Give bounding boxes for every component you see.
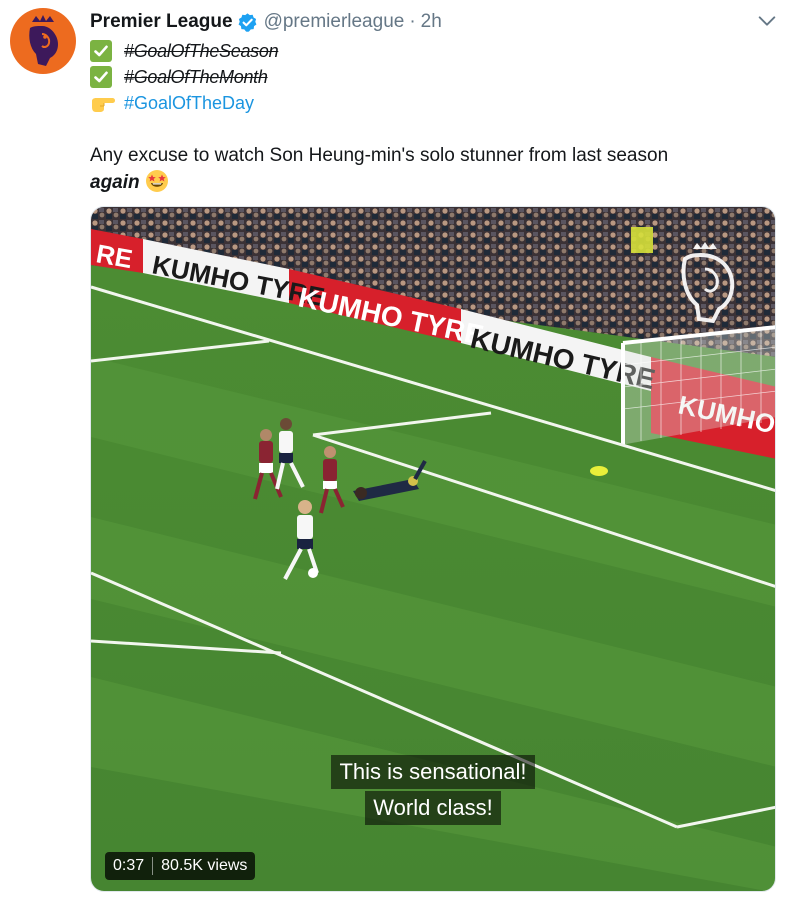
pointing-hand-icon: [90, 92, 116, 114]
hashtag-line-1: #GoalOfTheSeason: [90, 38, 279, 64]
header-separator: ·: [409, 11, 416, 32]
subtitle-line-2: World class!: [365, 791, 501, 825]
ad-board-text: RE: [94, 238, 135, 274]
hashtag-goal-of-the-month[interactable]: #GoalOfTheMonth: [124, 67, 268, 88]
check-box-icon: [90, 40, 112, 62]
tweet-body-emphasis: again: [90, 172, 140, 193]
tweet-body-line-1: Any excuse to watch Son Heung-min's solo…: [90, 145, 669, 166]
author-handle[interactable]: @premierleague: [264, 11, 405, 33]
subtitle-line-1: This is sensational!: [331, 755, 535, 789]
hashtag-goal-of-the-day[interactable]: #GoalOfTheDay: [124, 93, 254, 114]
hashtag-line-3: #GoalOfTheDay: [90, 90, 278, 116]
avatar[interactable]: [10, 8, 76, 74]
tweet-header: Premier League @premierleague · 2h: [90, 10, 442, 34]
football: [590, 466, 608, 476]
author-name[interactable]: Premier League: [90, 11, 233, 33]
hashtag-line-2: #GoalOfTheMonth: [90, 64, 278, 90]
hashtag-goal-of-the-season[interactable]: #GoalOfTheSeason: [124, 41, 279, 62]
tweet-body-line-2: again: [90, 169, 780, 196]
tweet-body: Any excuse to watch Son Heung-min's solo…: [90, 143, 780, 196]
check-box-icon: [90, 66, 112, 88]
premier-league-lion-icon: [29, 15, 58, 66]
tweet: Premier League @premierleague · 2h #Goal…: [0, 0, 792, 899]
video-duration: 0:37: [113, 857, 145, 874]
tweet-hashtag-lines: #GoalOfTheSeason #GoalOfTheMonth #GoalOf…: [90, 38, 279, 116]
video-info-badge: 0:37 80.5K views: [105, 852, 256, 880]
video-subtitles: This is sensational! World class!: [91, 755, 775, 827]
verified-icon: [237, 12, 258, 33]
star-struck-emoji-icon: [145, 169, 169, 193]
tweet-timestamp[interactable]: 2h: [421, 11, 442, 33]
video-player[interactable]: RE KUMHO TYRE KUMHO TYRE KUMHO TYRE KUMH…: [90, 206, 776, 892]
chevron-down-icon[interactable]: [756, 10, 778, 32]
video-views: 80.5K views: [161, 857, 248, 874]
